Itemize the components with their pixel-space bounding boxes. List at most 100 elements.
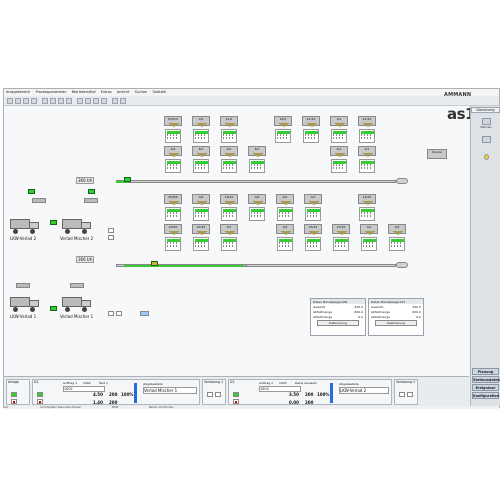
bin-upper-6[interactable]: 0/1	[330, 116, 348, 127]
truck-control-button[interactable]	[108, 235, 114, 240]
mixer-truck-icon[interactable]	[62, 219, 92, 235]
toolbar-button[interactable]	[101, 97, 107, 104]
bin-special[interactable]: Sonder	[427, 149, 447, 159]
toolbar-button[interactable]	[85, 97, 91, 104]
bin-lower-14[interactable]: 0/1	[360, 224, 378, 235]
bin-upper-10[interactable]: 0/1	[220, 146, 238, 157]
start-button[interactable]	[37, 392, 43, 397]
start-button[interactable]	[11, 392, 17, 397]
toolbar-button[interactable]	[15, 97, 21, 104]
bin-lower-9[interactable]: 22/45	[192, 224, 210, 235]
bin-lower-5[interactable]: 0/1	[276, 194, 294, 205]
ammann-logo: AMMANN	[444, 92, 472, 98]
order-label: Auftrag 1	[63, 381, 77, 385]
bin-upper-8[interactable]: 0/4	[164, 146, 182, 157]
bin-cone-icon	[196, 201, 208, 205]
destination-field[interactable]: LKW-Verlad 2	[339, 387, 389, 394]
stop-button[interactable]	[11, 399, 17, 404]
truck-select-button[interactable]	[407, 392, 413, 397]
bin-upper-4[interactable]: 16/5	[274, 116, 292, 127]
toolbar-button[interactable]	[77, 97, 83, 104]
bin-lower-12[interactable]: 16/32	[304, 224, 322, 235]
truck-control-button[interactable]	[108, 228, 114, 233]
sidebar-button-stationsdaten[interactable]: Stationsdaten	[472, 376, 500, 383]
bin-upper-2[interactable]: 0/4	[192, 116, 210, 127]
silo-gauge	[193, 207, 209, 221]
menu-extras[interactable]: Extras	[101, 89, 112, 96]
hopper	[70, 283, 84, 288]
sidebar-item-3[interactable]	[475, 154, 497, 166]
mixer-truck-icon[interactable]	[62, 297, 92, 313]
truck-icon[interactable]	[10, 297, 40, 313]
bin-lower-10[interactable]: 0/1	[220, 224, 238, 235]
truck-icon[interactable]	[10, 219, 40, 235]
lamp-icon	[483, 154, 489, 160]
group-title: Verladung 1	[204, 380, 224, 384]
bin-lower-1[interactable]: 45/8/5	[164, 194, 182, 205]
app-window: Anlagebereich Prozessparameter Betriebsm…	[3, 88, 500, 409]
menu-prozessparameter[interactable]: Prozessparameter	[36, 89, 67, 96]
toolbar-button[interactable]	[42, 97, 48, 104]
start-button[interactable]	[233, 392, 239, 397]
toolbar-button[interactable]	[58, 97, 64, 104]
toolbar-button[interactable]	[23, 97, 29, 104]
bin-lower-2[interactable]: 0/4	[192, 194, 210, 205]
truck-control-button[interactable]	[108, 311, 114, 316]
sidebar-button-ereignisse[interactable]: Ereignisse	[472, 384, 499, 391]
toolbar-button[interactable]	[66, 97, 72, 104]
bin-upper-9[interactable]: 8/1	[192, 146, 210, 157]
bin-label: 0/4	[198, 195, 204, 199]
menu-statistik[interactable]: Statistik	[153, 89, 167, 96]
toolbar-button[interactable]	[31, 97, 37, 104]
truck-select-button[interactable]	[399, 392, 405, 397]
stop-button[interactable]	[37, 399, 43, 404]
bin-lower-6[interactable]: 0/1	[304, 194, 322, 205]
bin-lower-11[interactable]: 0/4	[276, 224, 294, 235]
bin-label: 0/1	[336, 117, 342, 121]
bin-lower-3[interactable]: 16/32	[220, 194, 238, 205]
toolbar-button[interactable]	[112, 97, 118, 104]
destination-field[interactable]: Verlad Mischer 1	[143, 387, 197, 394]
toolbar-button[interactable]	[93, 97, 99, 104]
toolbar-button[interactable]	[50, 97, 56, 104]
bin-upper-7[interactable]: 22/32	[358, 116, 376, 127]
silo-gauge	[193, 237, 209, 251]
sidebar-button-konfiguration[interactable]: Konfiguration	[472, 392, 499, 399]
lower-belt-extension[interactable]	[246, 264, 396, 267]
menu-betriebsmittel[interactable]: Betriebsmittel	[72, 89, 96, 96]
bin-cone-icon	[252, 153, 264, 157]
bin-upper-11[interactable]: 8/1	[248, 146, 266, 157]
sidebar-item-2[interactable]	[475, 136, 497, 148]
bin-upper-5[interactable]: 22/32	[302, 116, 320, 127]
destination-label: Abgabestelle	[339, 382, 359, 386]
aux-control-button[interactable]	[140, 311, 149, 316]
bin-cone-icon	[280, 231, 292, 235]
menu-ansicht[interactable]: Ansicht	[117, 89, 130, 96]
bin-lower-15[interactable]: 0/4	[388, 224, 406, 235]
scale-key: Abfallmenge	[313, 309, 332, 314]
bin-upper-12[interactable]: 8/1	[330, 146, 348, 157]
truck-select-button[interactable]	[215, 392, 221, 397]
bin-cone-icon	[336, 231, 348, 235]
bin-lower-8[interactable]: 0/450	[164, 224, 182, 235]
truck-control-button[interactable]	[116, 311, 122, 316]
sidebar-item-betrieb[interactable]: Betrieb	[475, 118, 497, 130]
calibration-button[interactable]: Kalibrierung	[317, 320, 359, 326]
hopper	[16, 283, 30, 288]
menu-suchen[interactable]: Suchen	[135, 89, 148, 96]
upper-belt[interactable]	[116, 180, 396, 183]
silo-gauge	[249, 207, 265, 221]
bin-lower-7[interactable]: 16/32	[358, 194, 376, 205]
bin-upper-1[interactable]: 8/45/3	[164, 116, 182, 127]
toolbar-button[interactable]	[120, 97, 126, 104]
bin-upper-13[interactable]: 0/1	[358, 146, 376, 157]
bin-lower-13[interactable]: 22/16	[332, 224, 350, 235]
calibration-button[interactable]: Kalibrierung	[375, 320, 417, 326]
stop-button[interactable]	[233, 399, 239, 404]
bin-lower-4[interactable]: 0/4	[248, 194, 266, 205]
sidebar-button-planung[interactable]: Planung	[472, 368, 499, 375]
bin-upper-3[interactable]: 12/2	[220, 116, 238, 127]
truck-select-button[interactable]	[207, 392, 213, 397]
toolbar-button[interactable]	[7, 97, 13, 104]
menu-anlagebereich[interactable]: Anlagebereich	[6, 89, 30, 96]
